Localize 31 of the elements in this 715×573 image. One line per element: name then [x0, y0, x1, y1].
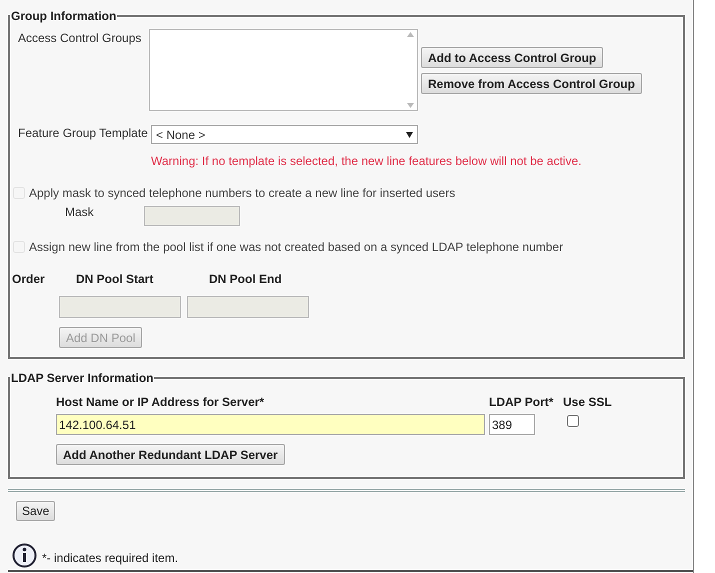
- column-header: DN Pool End: [209, 271, 282, 288]
- checkbox-label: Assign new line from the pool list if one was not created based on a synced LDAP telephone number: [29, 239, 564, 256]
- info-icon: [12, 543, 37, 568]
- save-button[interactable]: Save: [16, 501, 56, 521]
- field-label: Use SSL: [563, 394, 612, 411]
- section-title: Group Information: [10, 8, 118, 25]
- field-label: Mask: [64, 204, 95, 221]
- required-note: *- indicates required item.: [42, 550, 178, 566]
- field-label: LDAP Port*: [489, 394, 554, 411]
- column-header: Order: [12, 271, 46, 288]
- scroll-up-icon[interactable]: [407, 32, 414, 37]
- section-title: LDAP Server Information: [10, 370, 154, 387]
- action-button[interactable]: Add to Access Control Group: [421, 47, 604, 68]
- scrollbar[interactable]: [404, 30, 417, 110]
- checkbox-label: Apply mask to synced telephone numbers to create a new line for inserted users: [29, 185, 456, 202]
- field-label: Feature Group Template: [18, 124, 149, 142]
- action-button[interactable]: Remove from Access Control Group: [421, 73, 642, 94]
- pool-end-field[interactable]: [187, 296, 309, 318]
- field-label: Access Control Groups: [18, 30, 142, 47]
- field-label: Host Name or IP Address for Server*: [56, 394, 266, 411]
- scroll-down-icon[interactable]: [407, 103, 414, 108]
- add-server-button[interactable]: Add Another Redundant LDAP Server: [56, 444, 285, 465]
- pool-start-field[interactable]: [59, 296, 181, 318]
- template-select[interactable]: < None >: [151, 125, 418, 144]
- list-box[interactable]: [149, 29, 418, 111]
- column-header: DN Pool Start: [76, 271, 154, 288]
- port-field[interactable]: 389: [489, 414, 535, 435]
- dropdown-arrow-icon: [406, 132, 413, 138]
- checkbox[interactable]: [567, 415, 579, 427]
- warning-message: Warning: If no template is selected, the new line features below will not be active.: [151, 153, 582, 170]
- host-field[interactable]: 142.100.64.51: [56, 414, 485, 435]
